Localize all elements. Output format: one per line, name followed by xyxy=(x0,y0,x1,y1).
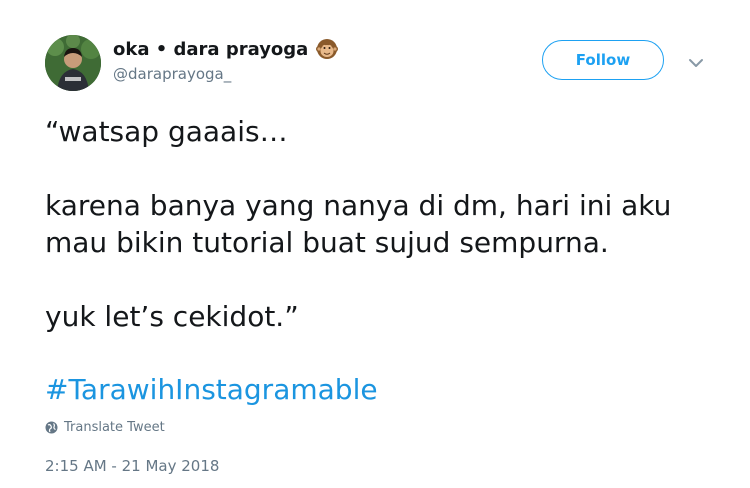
tweet-line: karena banya yang nanya di dm, hari ini … xyxy=(45,189,672,222)
tweet-line: yuk let’s cekidot.” xyxy=(45,300,299,333)
hashtag-link[interactable]: #TarawihInstagramable xyxy=(45,373,378,406)
chevron-down-icon[interactable] xyxy=(688,54,704,67)
follow-button[interactable]: Follow xyxy=(542,40,664,80)
profile-photo xyxy=(45,35,101,91)
avatar[interactable] xyxy=(45,35,101,91)
monkey-face-icon xyxy=(316,38,339,60)
globe-icon xyxy=(45,421,58,434)
tweet-timestamp[interactable]: 2:15 AM - 21 May 2018 xyxy=(45,457,219,475)
translate-label: Translate Tweet xyxy=(64,420,165,435)
tweet-paragraph: yuk let’s cekidot.” xyxy=(45,298,725,335)
tweet-line: “watsap gaaais… xyxy=(45,115,288,148)
tweet-paragraph: “watsap gaaais… xyxy=(45,113,725,150)
author-handle[interactable]: @daraprayoga_ xyxy=(113,65,231,83)
tweet-text: “watsap gaaais… karena banya yang nanya … xyxy=(45,113,725,335)
tweet-line: mau bikin tutorial buat sujud sempurna. xyxy=(45,226,609,259)
author-name-text: oka • dara prayoga xyxy=(113,38,309,60)
author-display-name[interactable]: oka • dara prayoga xyxy=(113,38,339,60)
tweet-paragraph: karena banya yang nanya di dm, hari ini … xyxy=(45,187,725,261)
translate-tweet-link[interactable]: Translate Tweet xyxy=(45,420,165,435)
